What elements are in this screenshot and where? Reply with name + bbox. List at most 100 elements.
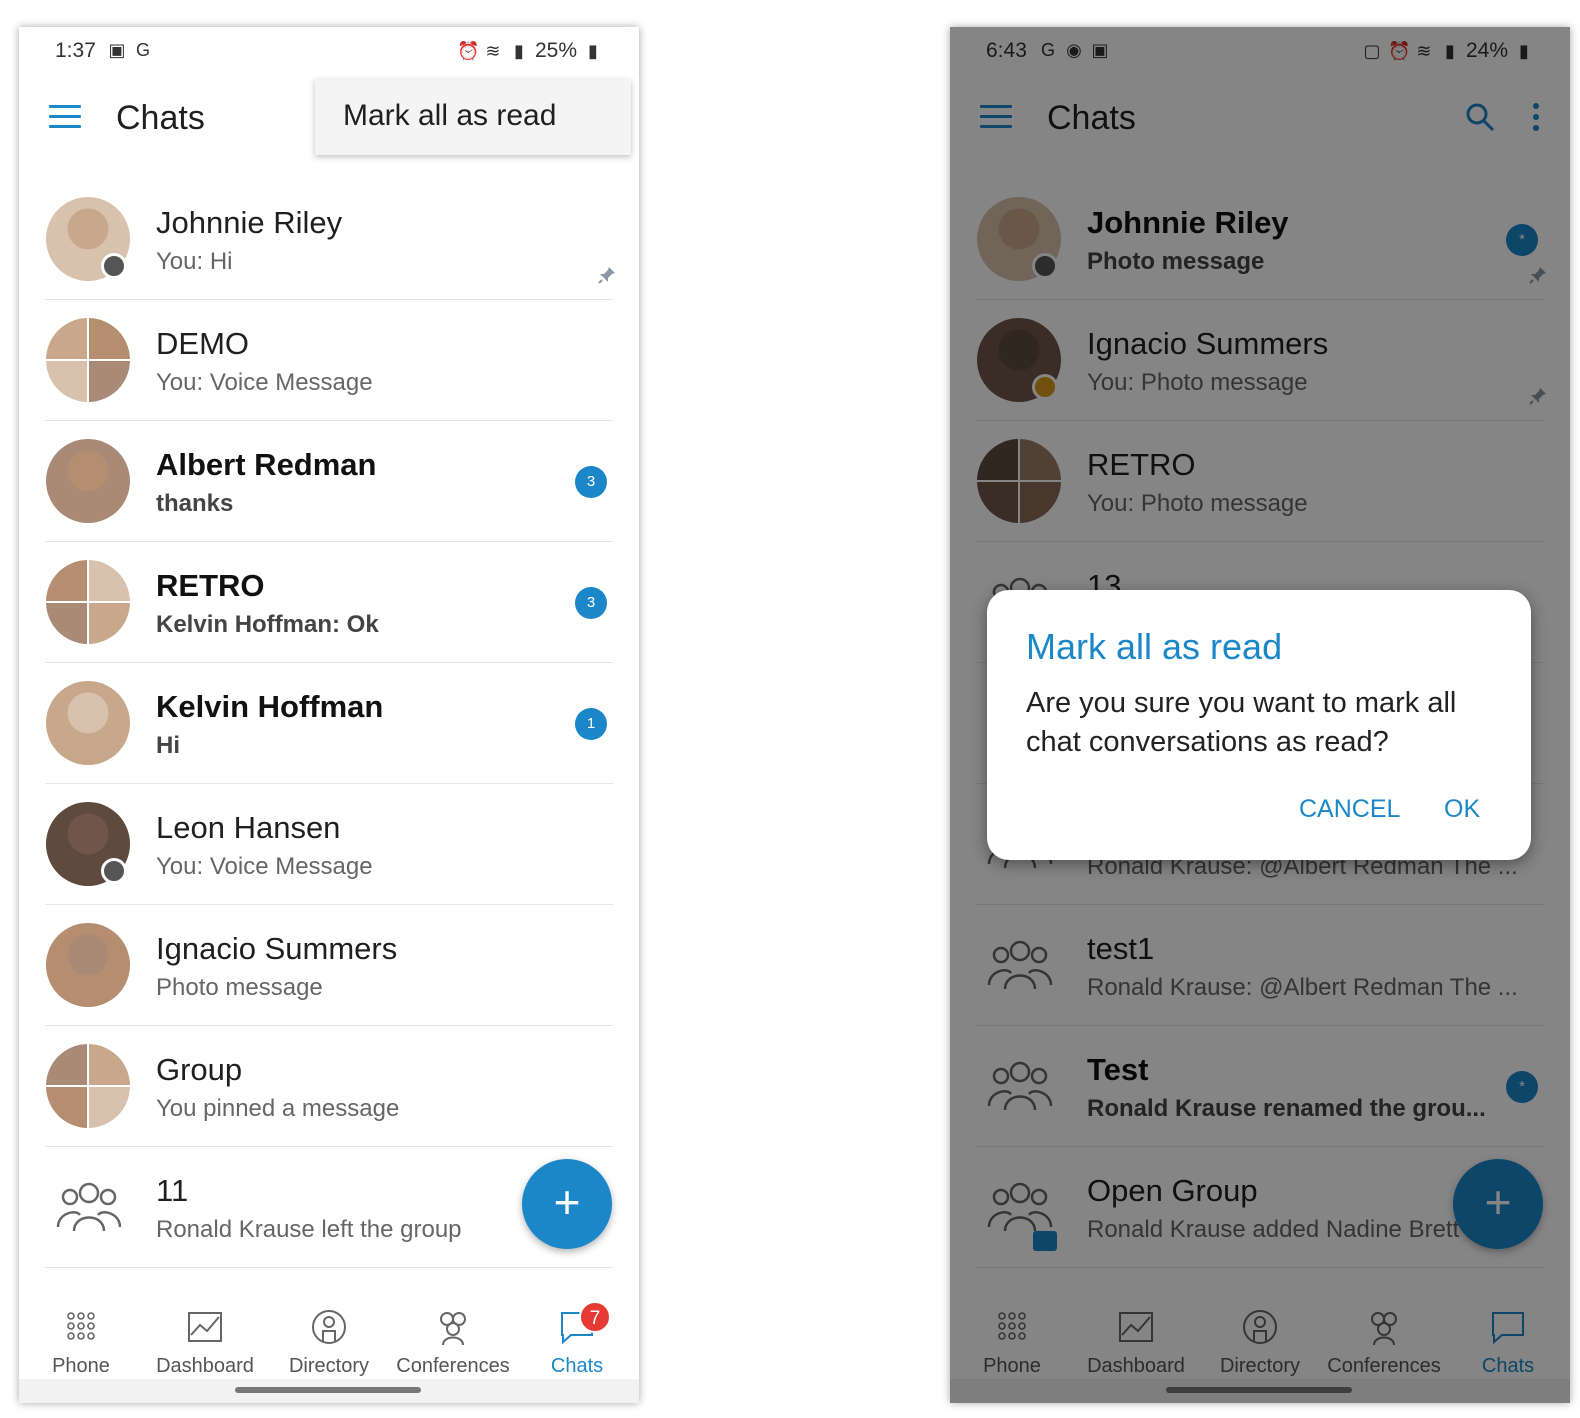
chat-name: Open Group xyxy=(1087,1173,1258,1208)
group-avatar xyxy=(977,439,1061,523)
chat-preview: Ronald Krause left the group xyxy=(156,1216,462,1243)
nav-label: Phone xyxy=(52,1355,110,1377)
chat-preview: Photo message xyxy=(1087,248,1265,275)
chat-name: Johnnie Riley xyxy=(1087,205,1289,240)
alarm-icon: ⏰ xyxy=(1387,41,1411,61)
battery-percent: 25% xyxy=(534,39,577,62)
menu-item-mark-all-read[interactable]: Mark all as read xyxy=(343,99,556,133)
chat-list-item[interactable]: Group You pinned a message xyxy=(19,1026,639,1147)
g-icon: G xyxy=(135,40,150,60)
ok-button[interactable]: OK xyxy=(1444,795,1480,824)
nav-conferences[interactable]: Conferences xyxy=(391,1307,515,1378)
chat-list-item[interactable]: Albert Redman thanks 3 xyxy=(19,421,639,542)
chat-name: 11 xyxy=(156,1173,189,1208)
unread-badge: 3 xyxy=(575,466,607,498)
group-avatar xyxy=(46,318,130,402)
chat-preview: You: Photo message xyxy=(1087,490,1308,517)
wifi-icon: ≋ xyxy=(1416,41,1432,61)
new-chat-fab[interactable]: + xyxy=(1453,1159,1543,1249)
nav-conferences[interactable]: Conferences xyxy=(1322,1307,1446,1378)
chat-name: Ignacio Summers xyxy=(156,931,398,966)
location-icon: ◉ xyxy=(1066,40,1082,60)
chat-list-item[interactable]: Johnnie Riley You: Hi xyxy=(19,179,639,300)
nav-dashboard[interactable]: Dashboard xyxy=(143,1307,267,1378)
nav-label: Directory xyxy=(288,1355,369,1377)
battery-icon: ▮ xyxy=(588,41,598,61)
mark-all-read-dialog: Mark all as read Are you sure you want t… xyxy=(987,590,1531,860)
nav-phone[interactable]: Phone xyxy=(19,1307,143,1378)
chat-name: test1 xyxy=(1087,931,1155,966)
more-options-icon[interactable] xyxy=(1530,101,1542,133)
chat-preview: Ronald Krause added Nadine Brett xyxy=(1087,1216,1460,1243)
alarm-icon: ⏰ xyxy=(456,41,480,61)
avatar xyxy=(46,681,130,765)
cancel-button[interactable]: CANCEL xyxy=(1299,795,1400,824)
hamburger-menu-icon[interactable] xyxy=(49,105,81,129)
chat-preview: You pinned a message xyxy=(156,1095,400,1122)
lock-icon: ▢ xyxy=(1363,41,1381,61)
chat-list-item[interactable]: Johnnie Riley Photo message * xyxy=(950,179,1570,300)
group-avatar xyxy=(46,560,130,644)
unread-badge: * xyxy=(1506,224,1538,256)
unread-badge: 1 xyxy=(575,708,607,740)
pin-icon xyxy=(597,265,617,285)
pin-icon xyxy=(1528,265,1548,285)
chat-preview: Hi xyxy=(156,732,180,759)
dialpad-icon xyxy=(992,1307,1032,1347)
chat-list-item[interactable]: Kelvin Hoffman Hi 1 xyxy=(19,663,639,784)
chat-list-item[interactable]: Ignacio Summers Photo message xyxy=(19,905,639,1026)
chat-name: Ignacio Summers xyxy=(1087,326,1329,361)
search-icon[interactable] xyxy=(1464,101,1496,133)
chat-list-item[interactable]: RETRO You: Photo message xyxy=(950,421,1570,542)
signal-icon: ▮ xyxy=(514,41,524,61)
presence-indicator xyxy=(101,858,127,884)
page-title: Chats xyxy=(1047,99,1136,137)
conferences-icon xyxy=(433,1307,473,1347)
chat-name: Johnnie Riley xyxy=(156,205,343,240)
nav-label: Dashboard xyxy=(156,1355,254,1377)
hamburger-menu-icon[interactable] xyxy=(980,105,1012,129)
chat-list: Johnnie Riley You: Hi DEMO You: Voice Messa… xyxy=(19,179,639,1268)
presence-indicator xyxy=(101,253,127,279)
nav-label: Conferences xyxy=(396,1355,510,1377)
chat-preview: Ronald Krause renamed the grou... xyxy=(1087,1095,1486,1122)
chat-list-item[interactable]: Leon Hansen You: Voice Message xyxy=(19,784,639,905)
nav-directory[interactable]: Directory xyxy=(267,1307,391,1378)
chat-list-item[interactable]: RETRO Kelvin Hoffman: Ok 3 xyxy=(19,542,639,663)
chat-list-item[interactable]: Ignacio Summers You: Photo message xyxy=(950,300,1570,421)
chat-list-item[interactable]: DEMO You: Voice Message xyxy=(19,300,639,421)
chat-preview: Photo message xyxy=(156,974,323,1001)
dialog-title: Mark all as read xyxy=(1026,626,1283,667)
chat-preview: thanks xyxy=(156,490,234,517)
nav-directory[interactable]: Directory xyxy=(1198,1307,1322,1378)
nav-label: Chats xyxy=(1481,1355,1535,1377)
nav-chats[interactable]: Chats 7 xyxy=(515,1301,639,1378)
wifi-icon: ≋ xyxy=(485,41,501,61)
app-bar: Chats xyxy=(950,87,1570,149)
status-bar: 6:43 G ◉ ▣ ▢ ⏰ ≋ ▮ 24% ▮ xyxy=(950,27,1570,73)
chat-list-item[interactable]: test1 Ronald Krause: @Albert Redman The .… xyxy=(950,905,1570,1026)
status-time: 1:37 xyxy=(55,39,96,62)
nav-label: Conferences xyxy=(1327,1355,1441,1377)
avatar xyxy=(46,439,130,523)
group-icon xyxy=(54,1177,124,1237)
nav-label: Dashboard xyxy=(1087,1355,1185,1377)
nav-phone[interactable]: Phone xyxy=(950,1307,1074,1378)
directory-icon xyxy=(309,1307,349,1347)
bottom-navigation: Phone Dashboard Directory Conferences Chats xyxy=(950,1295,1570,1387)
nav-chats[interactable]: Chats xyxy=(1446,1307,1570,1378)
chat-list-item[interactable]: Test Ronald Krause renamed the grou... * xyxy=(950,1026,1570,1147)
phone-screen-right: 6:43 G ◉ ▣ ▢ ⏰ ≋ ▮ 24% ▮ Chats Johnnie R… xyxy=(950,27,1570,1403)
unread-badge: 3 xyxy=(575,587,607,619)
dialog-message: Are you sure you want to mark all chat c… xyxy=(1026,687,1457,758)
new-chat-fab[interactable]: + xyxy=(522,1159,612,1249)
share-icon xyxy=(1033,1231,1057,1251)
nav-label: Directory xyxy=(1219,1355,1300,1377)
chat-name: RETRO xyxy=(1087,447,1196,482)
nav-dashboard[interactable]: Dashboard xyxy=(1074,1307,1198,1378)
dialpad-icon xyxy=(61,1307,101,1347)
chat-preview: You: Voice Message xyxy=(156,853,373,880)
nav-label: Phone xyxy=(983,1355,1041,1377)
chat-name: Albert Redman xyxy=(156,447,377,482)
presence-indicator xyxy=(1032,253,1058,279)
